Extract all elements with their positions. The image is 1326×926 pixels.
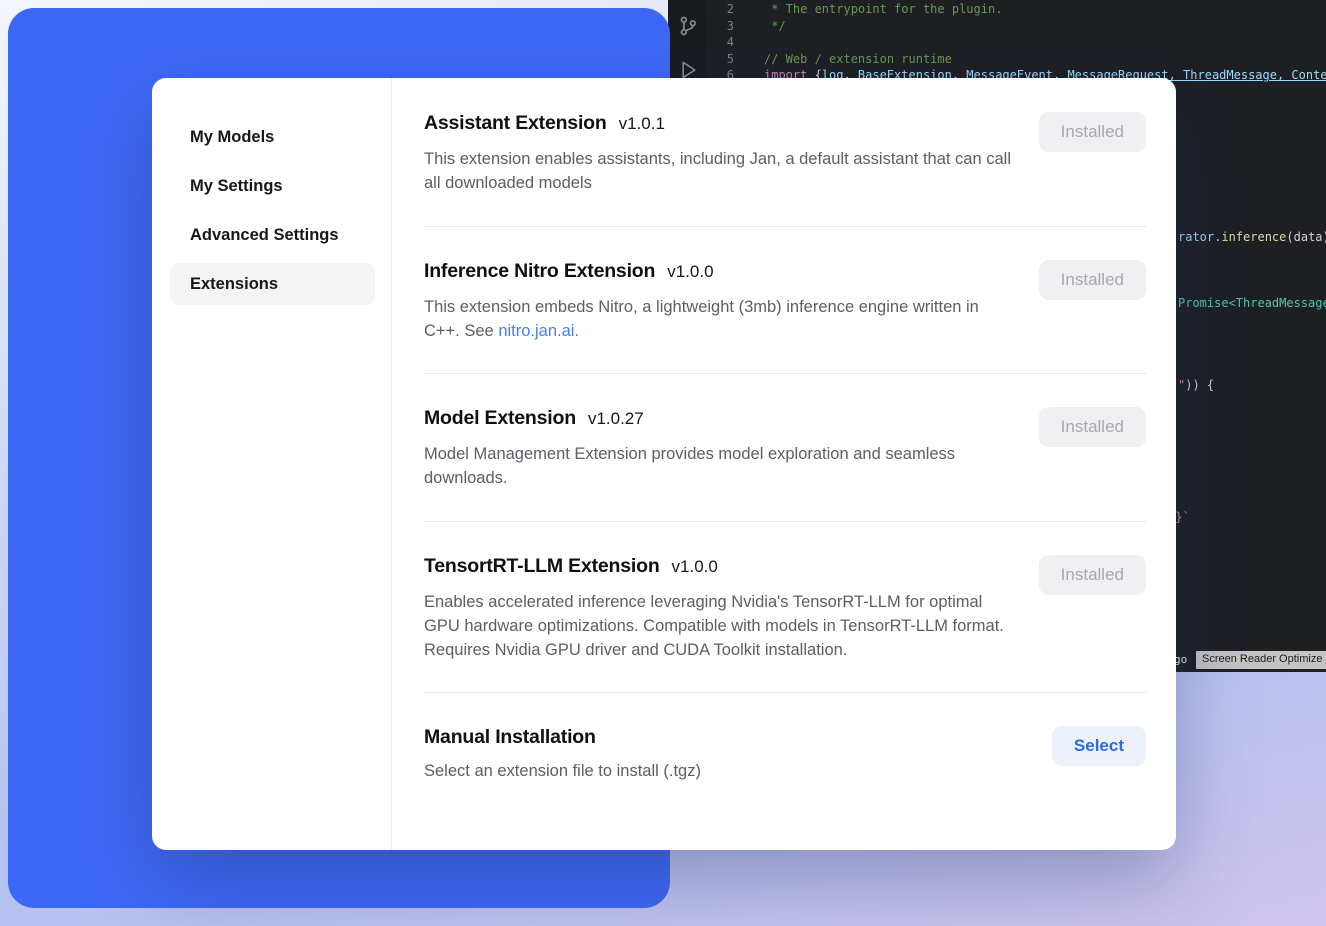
extension-description: This extension embeds Nitro, a lightweig… [424, 295, 1012, 344]
code-line: 2 * The entrypoint for the plugin. [706, 1, 1326, 18]
extension-info: Assistant Extension v1.0.1 This extensio… [424, 112, 1012, 196]
sidebar-item-advanced-settings[interactable]: Advanced Settings [170, 214, 375, 256]
extension-row-model: Model Extension v1.0.27 Model Management… [424, 374, 1146, 522]
extension-info: Inference Nitro Extension v1.0.0 This ex… [424, 260, 1012, 344]
extension-version: v1.0.0 [667, 262, 713, 282]
code-line: 3 */ [706, 18, 1326, 35]
extension-description: Model Management Extension provides mode… [424, 442, 1012, 491]
extension-info: TensortRT-LLM Extension v1.0.0 Enables a… [424, 555, 1012, 663]
extension-info: Model Extension v1.0.27 Model Management… [424, 407, 1012, 491]
code-fragment: Promise<ThreadMessage> [1178, 296, 1326, 310]
installed-button[interactable]: Installed [1039, 555, 1146, 595]
code-line: 5 // Web / extension runtime [706, 51, 1326, 68]
settings-modal: My Models My Settings Advanced Settings … [152, 78, 1176, 850]
extension-description: Enables accelerated inference leveraging… [424, 590, 1012, 663]
extension-version: v1.0.27 [588, 409, 644, 429]
line-number: 2 [706, 2, 734, 16]
manual-installation-row: Manual Installation Select an extension … [424, 693, 1146, 813]
code-text: // Web / extension runtime [764, 52, 952, 66]
extension-row-assistant: Assistant Extension v1.0.1 This extensio… [424, 112, 1146, 227]
line-number: 3 [706, 19, 734, 33]
line-number: 5 [706, 52, 734, 66]
code-text: */ [764, 19, 786, 33]
select-file-button[interactable]: Select [1052, 726, 1146, 766]
manual-installation-title: Manual Installation [424, 726, 596, 749]
extension-row-inference-nitro: Inference Nitro Extension v1.0.0 This ex… [424, 227, 1146, 375]
extension-title: Assistant Extension [424, 112, 607, 135]
code-fragment: rator.inference(data)); [1178, 230, 1326, 244]
extension-version: v1.0.1 [619, 114, 665, 134]
code-lines: 2 * The entrypoint for the plugin. 3 */ … [706, 1, 1326, 84]
extension-title: Model Extension [424, 407, 576, 430]
extension-title: TensortRT-LLM Extension [424, 555, 660, 578]
installed-button[interactable]: Installed [1039, 407, 1146, 447]
nitro-jan-ai-link[interactable]: nitro.jan.ai. [498, 322, 579, 340]
extensions-list: Assistant Extension v1.0.1 This extensio… [392, 78, 1176, 850]
source-control-icon[interactable] [676, 14, 700, 38]
extension-row-tensorrt-llm: TensortRT-LLM Extension v1.0.0 Enables a… [424, 522, 1146, 694]
code-fragment: ")) { [1178, 378, 1214, 392]
code-line: 4 [706, 34, 1326, 51]
extension-version: v1.0.0 [672, 557, 718, 577]
manual-installation-description: Select an extension file to install (.tg… [424, 759, 1012, 783]
line-number: 4 [706, 35, 734, 49]
extension-info: Manual Installation Select an extension … [424, 726, 1012, 783]
installed-button[interactable]: Installed [1039, 112, 1146, 152]
code-text: * The entrypoint for the plugin. [764, 2, 1002, 16]
sidebar-item-extensions[interactable]: Extensions [170, 263, 375, 305]
extension-title: Inference Nitro Extension [424, 260, 655, 283]
installed-button[interactable]: Installed [1039, 260, 1146, 300]
extension-description: This extension enables assistants, inclu… [424, 147, 1012, 196]
settings-sidebar: My Models My Settings Advanced Settings … [152, 78, 392, 850]
screen-reader-optimize-chip[interactable]: Screen Reader Optimize [1196, 651, 1326, 669]
sidebar-item-my-models[interactable]: My Models [170, 116, 375, 158]
sidebar-item-my-settings[interactable]: My Settings [170, 165, 375, 207]
